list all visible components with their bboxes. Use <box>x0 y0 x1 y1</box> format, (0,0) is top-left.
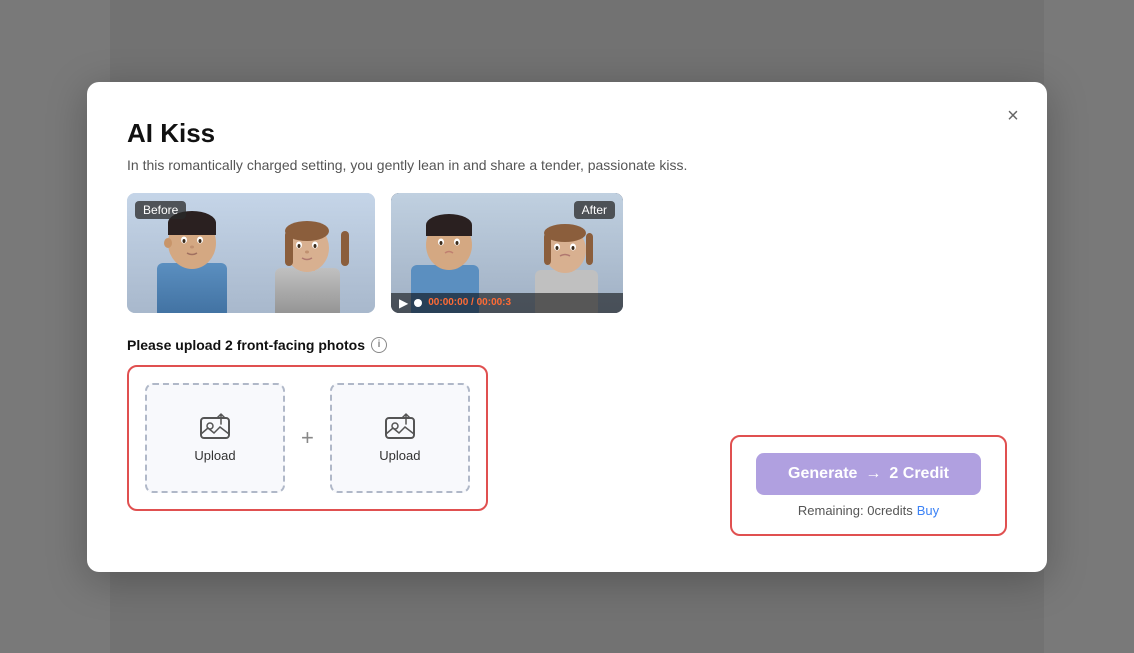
after-label: After <box>574 201 615 219</box>
video-controls: ▶ 00:00:00 / 00:00:3 <box>391 293 623 313</box>
upload-box-1[interactable]: Upload <box>145 383 285 493</box>
arrow-icon: → <box>865 465 881 483</box>
remaining-label: Remaining: 0credits <box>798 503 913 518</box>
upload-icon-2 <box>384 412 416 440</box>
upload-area-wrapper: Upload + Upload <box>127 365 488 511</box>
preview-row: Before <box>127 193 1007 313</box>
generate-button[interactable]: Generate → 2 Credit <box>756 453 981 495</box>
close-button[interactable]: × <box>999 102 1027 130</box>
remaining-info: Remaining: 0credits Buy <box>798 503 939 518</box>
modal-dialog: × AI Kiss In this romantically charged s… <box>87 82 1047 572</box>
credit-label: 2 Credit <box>889 465 949 483</box>
generate-label: Generate <box>788 465 857 483</box>
play-icon[interactable]: ▶ <box>399 297 408 309</box>
plus-divider: + <box>301 425 314 451</box>
upload-box-2[interactable]: Upload <box>330 383 470 493</box>
upload-label-2: Upload <box>379 448 420 463</box>
modal-title: AI Kiss <box>127 118 1007 149</box>
info-icon[interactable]: i <box>371 337 387 353</box>
upload-label-1: Upload <box>194 448 235 463</box>
before-preview: Before <box>127 193 375 313</box>
close-icon: × <box>1007 106 1019 126</box>
upload-section-label: Please upload 2 front-facing photos i <box>127 337 1007 353</box>
before-label: Before <box>135 201 186 219</box>
buy-link[interactable]: Buy <box>917 503 939 518</box>
video-timestamp: 00:00:00 / 00:00:3 <box>428 297 511 308</box>
modal-description: In this romantically charged setting, yo… <box>127 157 1007 173</box>
after-preview: After <box>391 193 623 313</box>
upload-icon-1 <box>199 412 231 440</box>
action-area: Generate → 2 Credit Remaining: 0credits … <box>730 435 1007 536</box>
progress-indicator <box>414 299 422 307</box>
